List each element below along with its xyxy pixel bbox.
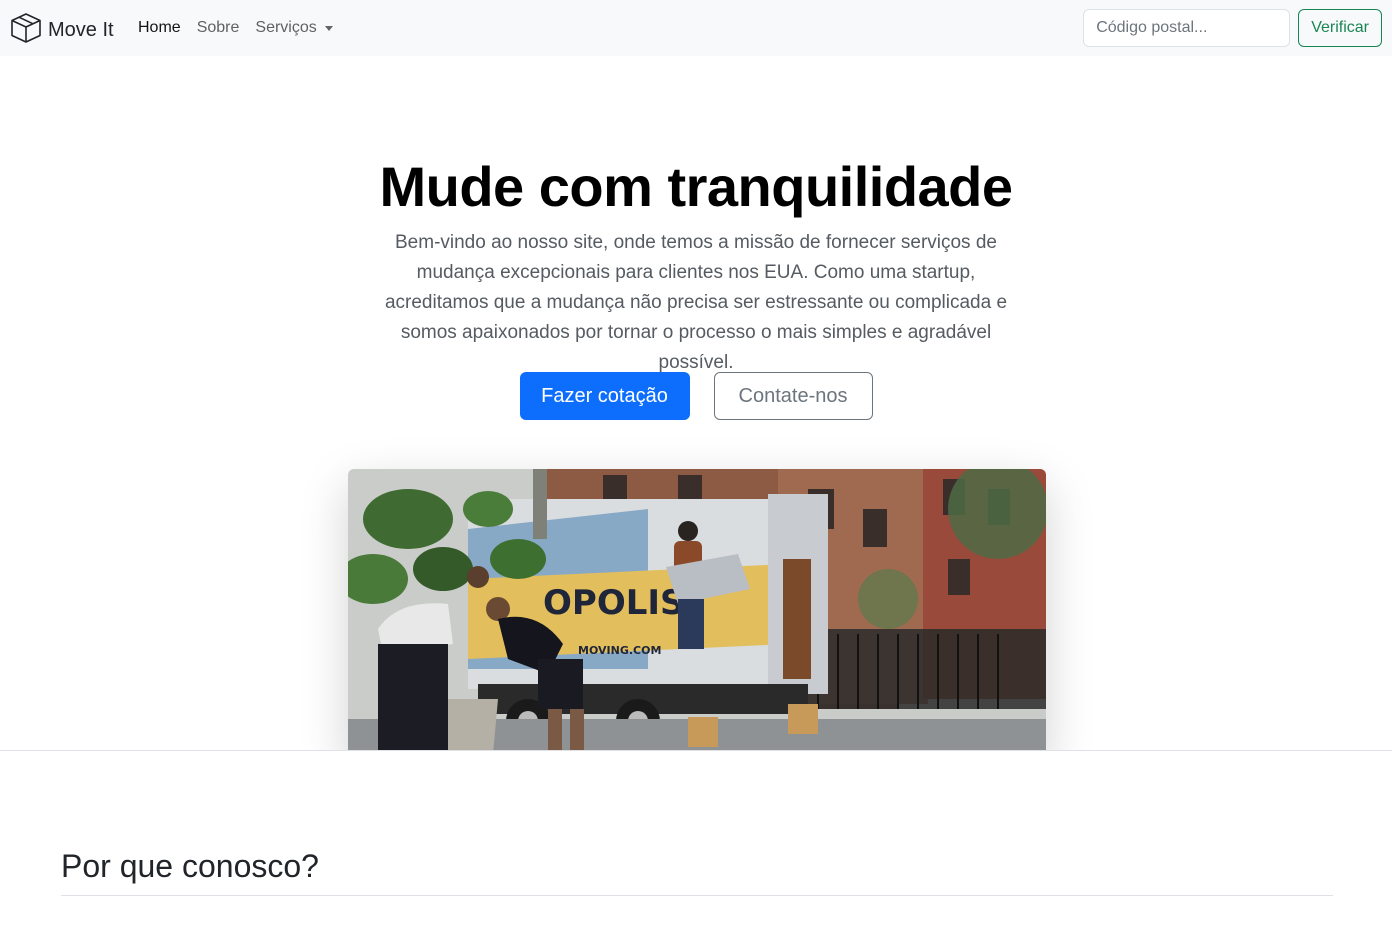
- section-title: Por que conosco?: [61, 848, 319, 884]
- brand-name: Move It: [48, 19, 114, 41]
- contact-button[interactable]: Contate-nos: [713, 372, 873, 420]
- hero-section: Mude com tranquilidade Bem-vindo ao noss…: [0, 56, 1392, 751]
- box-icon: [10, 12, 42, 49]
- truck-site-text: MOVING.COM: [578, 644, 661, 657]
- nav-links: Home Sobre Serviços: [130, 0, 341, 56]
- hero-lead: Bem-vindo ao nosso site, onde temos a mi…: [384, 232, 1008, 373]
- nav-dropdown-servicos[interactable]: Serviços: [247, 19, 340, 37]
- nav-link-home[interactable]: Home: [130, 19, 189, 37]
- caret-down-icon: [324, 25, 333, 31]
- brand-link[interactable]: Move It: [10, 12, 114, 49]
- navbar: Move It Home Sobre Serviços Verificar: [0, 0, 1392, 56]
- truck-logo-text: OPOLIS: [543, 583, 685, 623]
- quote-button[interactable]: Fazer cotação: [519, 372, 690, 420]
- hero-title: Mude com tranquilidade: [379, 155, 1013, 218]
- section-divider: [61, 895, 1333, 896]
- postal-code-input[interactable]: [1083, 9, 1291, 47]
- nav-dropdown-label: Serviços: [255, 19, 317, 36]
- hero-image: OPOLIS MOVING.COM: [348, 469, 1046, 750]
- postal-code-form: Verificar: [1083, 9, 1382, 47]
- verify-button[interactable]: Verificar: [1298, 9, 1382, 47]
- hero-buttons: Fazer cotação Contate-nos: [0, 372, 1392, 420]
- nav-link-sobre[interactable]: Sobre: [189, 19, 248, 37]
